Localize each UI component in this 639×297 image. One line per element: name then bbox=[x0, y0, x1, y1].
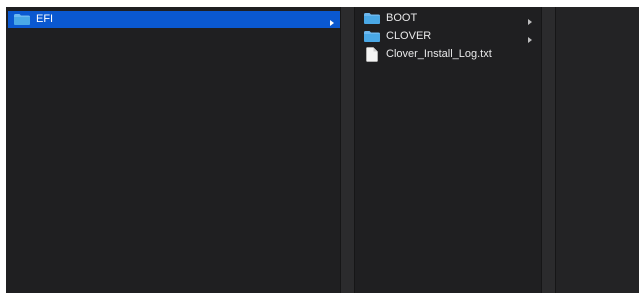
folder-icon bbox=[364, 31, 380, 42]
document-icon bbox=[366, 47, 378, 62]
folder-label: BOOT bbox=[386, 12, 418, 24]
chevron-right-icon bbox=[526, 33, 534, 43]
folder-row-efi[interactable]: EFI bbox=[8, 11, 340, 28]
screenshot-frame: EFI BOOT CLOVER Clover_Install_Log.txt bbox=[0, 0, 639, 297]
column-divider[interactable] bbox=[340, 7, 355, 293]
chevron-right-icon bbox=[328, 16, 336, 26]
finder-column-browser: EFI BOOT CLOVER Clover_Install_Log.txt bbox=[6, 7, 639, 293]
folder-icon bbox=[364, 13, 380, 24]
folder-label: EFI bbox=[36, 13, 54, 25]
folder-row-boot[interactable]: BOOT bbox=[358, 10, 538, 27]
file-row-clover-install-log[interactable]: Clover_Install_Log.txt bbox=[358, 46, 538, 63]
column-1[interactable]: EFI bbox=[6, 7, 340, 293]
chevron-right-icon bbox=[526, 15, 534, 25]
column-2[interactable]: BOOT CLOVER Clover_Install_Log.txt bbox=[355, 7, 541, 293]
file-label: Clover_Install_Log.txt bbox=[386, 48, 492, 60]
column-divider[interactable] bbox=[541, 7, 556, 293]
folder-row-clover[interactable]: CLOVER bbox=[358, 28, 538, 45]
folder-icon bbox=[14, 14, 30, 25]
folder-label: CLOVER bbox=[386, 30, 432, 42]
column-3-empty[interactable] bbox=[556, 7, 639, 293]
